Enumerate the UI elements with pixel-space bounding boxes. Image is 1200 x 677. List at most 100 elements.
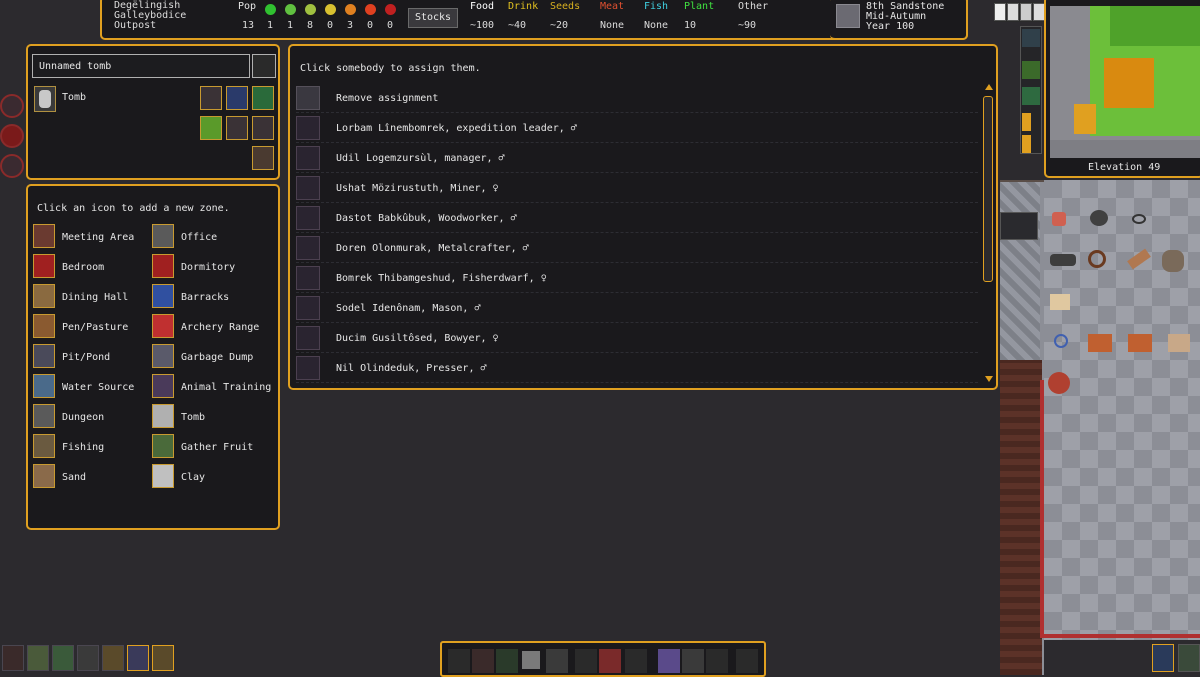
zone-type-icon[interactable]	[33, 404, 55, 428]
gather-icon[interactable]	[496, 649, 518, 673]
settings-icon[interactable]	[1020, 3, 1032, 21]
map-layer-icon[interactable]	[1022, 61, 1040, 79]
citizens-icon[interactable]	[2, 645, 24, 671]
zone-type-icon[interactable]	[33, 344, 55, 368]
dig-icon[interactable]	[448, 649, 470, 673]
zone-button-label[interactable]: Garbage Dump	[181, 352, 253, 363]
zone-button-label[interactable]: Tomb	[181, 412, 205, 423]
zone-name-field[interactable]: Unnamed tomb	[32, 54, 250, 78]
scroll-up-icon[interactable]	[985, 84, 993, 90]
scroll-thumb[interactable]	[983, 96, 993, 282]
assign-dwarf-icon[interactable]	[200, 86, 222, 110]
candidate-row[interactable]: Nil Olindeduk, Presser, ♂	[296, 354, 978, 383]
assigned-dwarf-icon[interactable]	[200, 116, 222, 140]
smooth-icon[interactable]	[522, 651, 540, 669]
zone-button-label[interactable]: Pit/Pond	[62, 352, 110, 363]
squads-icon[interactable]	[1152, 644, 1174, 672]
zone-type-icon[interactable]	[152, 344, 174, 368]
justice-icon[interactable]	[152, 645, 174, 671]
shield-icon[interactable]	[252, 146, 274, 170]
zone-button-label[interactable]: Water Source	[62, 382, 134, 393]
barrel-item-icon[interactable]	[1048, 372, 1070, 394]
candidate-row[interactable]: Ushat Mözirustuth, Miner, ♀	[296, 174, 978, 203]
zone-type-icon[interactable]	[152, 434, 174, 458]
zone-button-label[interactable]: Dungeon	[62, 412, 104, 423]
zones-icon[interactable]	[658, 649, 680, 673]
zone-type-icon[interactable]	[33, 464, 55, 488]
candidate-row[interactable]: Bomrek Thibamgeshud, Fisherdwarf, ♀	[296, 264, 978, 293]
zone-button-label[interactable]: Meeting Area	[62, 232, 134, 243]
zone-type-icon[interactable]	[152, 314, 174, 338]
brick-item-icon[interactable]	[1088, 334, 1112, 352]
labor-icon[interactable]	[77, 645, 99, 671]
ore-item-icon[interactable]	[1052, 212, 1066, 226]
zone-type-icon[interactable]	[152, 374, 174, 398]
zone-type-icon[interactable]	[33, 224, 55, 248]
wall-icon[interactable]	[599, 649, 621, 673]
map-scroll-icon[interactable]	[27, 645, 49, 671]
stairs-down-icon[interactable]	[625, 649, 647, 673]
mining-icon[interactable]	[0, 154, 24, 178]
rename-quill-icon[interactable]	[252, 54, 276, 78]
pause-zone-icon[interactable]	[226, 86, 248, 110]
stockpile-icon[interactable]	[1000, 212, 1038, 240]
scrap-item-icon[interactable]	[1050, 254, 1076, 266]
zone-type-icon[interactable]	[152, 254, 174, 278]
bag-item-icon[interactable]	[1162, 250, 1184, 272]
zone-button-label[interactable]: Barracks	[181, 292, 229, 303]
candidate-row[interactable]: Lorbam Lînembomrek, expedition leader, ♂	[296, 114, 978, 143]
stocks-button[interactable]: Stocks	[408, 8, 458, 28]
zone-button-label[interactable]: Sand	[62, 472, 86, 483]
nobles-icon[interactable]	[127, 645, 149, 671]
gem-item-icon[interactable]	[1054, 334, 1068, 348]
zone-button-label[interactable]: Office	[181, 232, 217, 243]
zone-type-icon[interactable]	[33, 374, 55, 398]
buildings-icon[interactable]	[52, 645, 74, 671]
candidate-row[interactable]: Udil Logemzursùl, manager, ♂	[296, 144, 978, 173]
coal-item-icon[interactable]	[1090, 210, 1108, 226]
zone-button-label[interactable]: Dormitory	[181, 262, 235, 273]
more-icon[interactable]	[706, 649, 728, 673]
add-icon[interactable]	[252, 116, 274, 140]
minimap[interactable]	[1050, 6, 1200, 158]
stone-item-icon[interactable]	[1168, 334, 1190, 352]
block-item-icon[interactable]	[1050, 294, 1070, 310]
zone-button-label[interactable]: Fishing	[62, 442, 104, 453]
zone-type-icon[interactable]	[152, 284, 174, 308]
gear-item-icon[interactable]	[1088, 250, 1106, 268]
terrain-icon[interactable]	[1022, 87, 1040, 105]
zone-type-icon[interactable]	[33, 314, 55, 338]
remove-assignment-row[interactable]: Remove assignment	[296, 84, 978, 113]
candidate-row[interactable]: Doren Olonmurak, Metalcrafter, ♂	[296, 234, 978, 263]
ring-item-icon[interactable]	[1132, 214, 1146, 224]
zone-type-icon[interactable]	[152, 404, 174, 428]
zone-type-icon[interactable]	[152, 464, 174, 488]
zone-color-icon[interactable]	[252, 86, 274, 110]
play-button[interactable]	[1007, 3, 1019, 21]
erase-icon[interactable]	[546, 649, 568, 673]
tasks-icon[interactable]	[102, 645, 124, 671]
zone-type-icon[interactable]	[152, 224, 174, 248]
zone-button-label[interactable]: Clay	[181, 472, 205, 483]
minimap-panel[interactable]: Elevation 49	[1044, 0, 1200, 178]
world-map-icon[interactable]	[1178, 644, 1200, 672]
map-floor[interactable]	[1044, 180, 1200, 640]
pickaxe-icon[interactable]	[0, 94, 24, 118]
zoom-in-button[interactable]	[1022, 113, 1031, 131]
zone-button-label[interactable]: Animal Training	[181, 382, 271, 393]
candidate-row[interactable]: Sodel Idenônam, Mason, ♂	[296, 294, 978, 323]
zone-button-label[interactable]: Pen/Pasture	[62, 322, 128, 333]
alert-icon[interactable]	[0, 124, 24, 148]
zone-button-label[interactable]: Dining Hall	[62, 292, 128, 303]
zone-type-icon[interactable]	[33, 284, 55, 308]
assign-pet-icon[interactable]	[226, 116, 248, 140]
candidate-row[interactable]: Ducim Gusiltôsed, Bowyer, ♀	[296, 324, 978, 353]
scroll-down-icon[interactable]	[985, 376, 993, 382]
zoom-minus-button[interactable]	[1022, 135, 1031, 153]
build-icon[interactable]	[575, 649, 597, 673]
lock-icon[interactable]	[736, 649, 758, 673]
zoom-out-icon[interactable]	[1022, 29, 1040, 47]
zone-button-label[interactable]: Archery Range	[181, 322, 259, 333]
scrollbar[interactable]	[982, 84, 994, 384]
brick-item-icon-2[interactable]	[1128, 334, 1152, 352]
